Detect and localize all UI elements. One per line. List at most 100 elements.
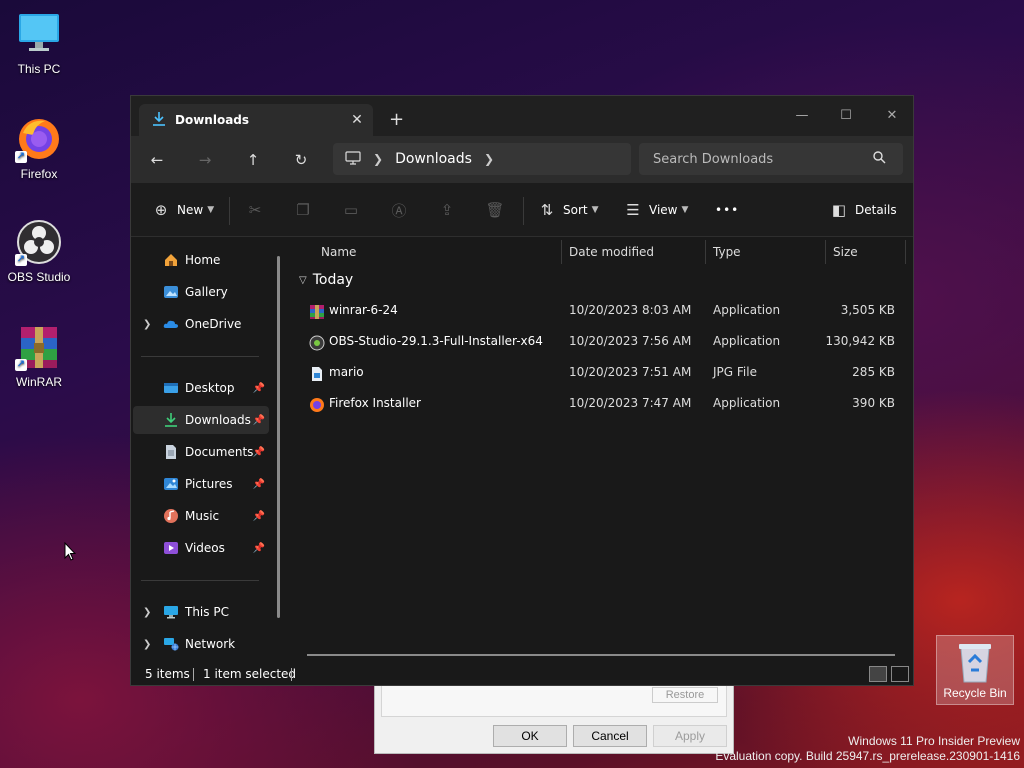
sidebar-item-label: Pictures: [185, 477, 233, 491]
file-row[interactable]: Firefox Installer 10/20/2023 7:47 AM App…: [303, 389, 907, 417]
sort-button[interactable]: ⇅ Sort ▼: [537, 197, 599, 223]
desktop-icon-recycle-bin[interactable]: Recycle Bin: [936, 635, 1014, 705]
divider: [141, 356, 259, 357]
desktop-icon-label: Firefox: [20, 167, 58, 181]
chevron-right-icon[interactable]: ❯: [143, 607, 151, 618]
sidebar-item-music[interactable]: Music 📌: [133, 502, 269, 530]
sidebar-item-downloads[interactable]: Downloads 📌: [133, 406, 269, 434]
view-button[interactable]: ☰ View ▼: [623, 197, 688, 223]
sidebar-item-gallery[interactable]: Gallery: [133, 278, 269, 306]
new-tab-icon[interactable]: +: [389, 109, 404, 130]
forward-arrow-icon[interactable]: →: [193, 148, 217, 172]
group-header[interactable]: ▽ Today: [299, 272, 353, 288]
sidebar-item-label: Music: [185, 509, 220, 523]
pin-icon[interactable]: 📌: [253, 511, 265, 522]
column-header-name[interactable]: Name: [321, 238, 356, 266]
sidebar-item-pictures[interactable]: Pictures 📌: [133, 470, 269, 498]
address-bar: ← → ↑ ↻ ❯ Downloads ❯: [131, 136, 913, 183]
rename-icon: Ⓐ: [391, 201, 407, 220]
chevron-right-icon[interactable]: ❯: [373, 152, 383, 166]
sidebar-item-videos[interactable]: Videos 📌: [133, 534, 269, 562]
pin-icon[interactable]: 📌: [253, 479, 265, 490]
rename-button[interactable]: Ⓐ: [389, 197, 415, 223]
tab-downloads[interactable]: Downloads ✕: [139, 104, 373, 136]
column-header-type[interactable]: Type: [713, 238, 741, 266]
pin-icon[interactable]: 📌: [253, 415, 265, 426]
list-view-icon: ☰: [626, 201, 640, 219]
column-divider[interactable]: [561, 240, 562, 264]
delete-button[interactable]: 🗑: [485, 197, 511, 223]
desktop-icon-firefox[interactable]: ↗ Firefox: [4, 115, 74, 181]
close-tab-icon[interactable]: ✕: [345, 112, 369, 128]
chevron-right-icon[interactable]: ❯: [143, 639, 151, 650]
column-divider[interactable]: [905, 240, 906, 264]
pin-icon[interactable]: 📌: [253, 543, 265, 554]
breadcrumb-current[interactable]: Downloads: [395, 151, 472, 167]
dialog-panel: Restore: [381, 685, 727, 717]
sidebar-item-label: Desktop: [185, 381, 235, 395]
sidebar-item-documents[interactable]: Documents 📌: [133, 438, 269, 466]
column-divider[interactable]: [825, 240, 826, 264]
search-input[interactable]: [653, 151, 873, 167]
file-row[interactable]: mario 10/20/2023 7:51 AM JPG File 285 KB: [303, 358, 907, 386]
sidebar-item-label: Downloads: [185, 413, 251, 427]
close-window-icon[interactable]: ✕: [869, 102, 915, 130]
chevron-right-icon[interactable]: ❯: [484, 152, 494, 166]
sidebar-item-label: Documents: [185, 445, 254, 459]
pin-icon[interactable]: 📌: [253, 383, 265, 394]
file-row[interactable]: winrar-6-24 10/20/2023 8:03 AM Applicati…: [303, 296, 907, 324]
paste-button[interactable]: ▭: [341, 197, 367, 223]
cut-button[interactable]: ✂: [245, 197, 271, 223]
restore-button: Restore: [652, 687, 718, 703]
new-button[interactable]: ⊕ New ▼: [151, 197, 214, 223]
copy-button[interactable]: ❐: [293, 197, 319, 223]
chevron-down-icon: ▼: [681, 205, 689, 215]
minimize-icon[interactable]: —: [779, 102, 825, 130]
maximize-icon[interactable]: ☐: [823, 102, 869, 130]
column-header-size[interactable]: Size: [833, 238, 858, 266]
network-icon: [163, 636, 179, 652]
pin-icon[interactable]: 📌: [253, 447, 265, 458]
breadcrumb[interactable]: ❯ Downloads ❯: [333, 143, 631, 175]
horizontal-scrollbar[interactable]: [307, 654, 895, 656]
file-size: 285 KB: [852, 365, 895, 379]
watermark-line: Evaluation copy. Build 25947.rs_prerelea…: [715, 749, 1020, 763]
share-button[interactable]: ⇪: [437, 197, 463, 223]
refresh-icon[interactable]: ↻: [289, 148, 313, 172]
chevron-right-icon[interactable]: ❯: [143, 319, 151, 330]
column-divider[interactable]: [705, 240, 706, 264]
details-view-icon[interactable]: [869, 666, 887, 682]
share-icon: ⇪: [440, 201, 454, 219]
obs-icon: ↗: [15, 218, 63, 266]
more-options-button[interactable]: •••: [715, 197, 739, 223]
sidebar-scrollbar[interactable]: [277, 256, 280, 618]
file-row[interactable]: OBS-Studio-29.1.3-Full-Installer-x64 10/…: [303, 327, 907, 355]
search-icon: [873, 150, 886, 168]
desktop-icon-this-pc[interactable]: This PC: [4, 10, 74, 76]
shortcut-arrow-icon: ↗: [15, 359, 27, 371]
sidebar-item-onedrive[interactable]: ❯ OneDrive: [133, 310, 269, 338]
search-box[interactable]: [639, 143, 903, 175]
sidebar-item-this-pc[interactable]: ❯ This PC: [133, 598, 269, 626]
cancel-button[interactable]: Cancel: [573, 725, 647, 747]
sidebar-item-desktop[interactable]: Desktop 📌: [133, 374, 269, 402]
desktop-icon-obs[interactable]: ↗ OBS Studio: [4, 218, 74, 284]
sidebar-item-network[interactable]: ❯ Network: [133, 630, 269, 658]
column-header-date[interactable]: Date modified: [569, 238, 654, 266]
file-size: 390 KB: [852, 396, 895, 410]
title-bar: Downloads ✕ + — ☐ ✕: [131, 96, 913, 136]
sort-label: Sort: [563, 203, 588, 217]
download-icon: [151, 111, 167, 130]
desktop-icon-winrar[interactable]: ↗ WinRAR: [4, 323, 74, 389]
winrar-icon: ↗: [15, 323, 63, 371]
back-arrow-icon[interactable]: ←: [145, 148, 169, 172]
details-button[interactable]: ◧ Details: [829, 197, 897, 223]
tiles-view-icon[interactable]: [891, 666, 909, 682]
file-explorer-window: Downloads ✕ + — ☐ ✕ ← → ↑ ↻ ❯ Downloads …: [130, 95, 914, 686]
more-label: •••: [715, 203, 740, 217]
item-count: 5 items: [145, 667, 190, 681]
up-arrow-icon[interactable]: ↑: [241, 148, 265, 172]
ok-button[interactable]: OK: [493, 725, 567, 747]
mouse-cursor-icon: [64, 541, 77, 564]
sidebar-item-home[interactable]: Home: [133, 246, 269, 274]
